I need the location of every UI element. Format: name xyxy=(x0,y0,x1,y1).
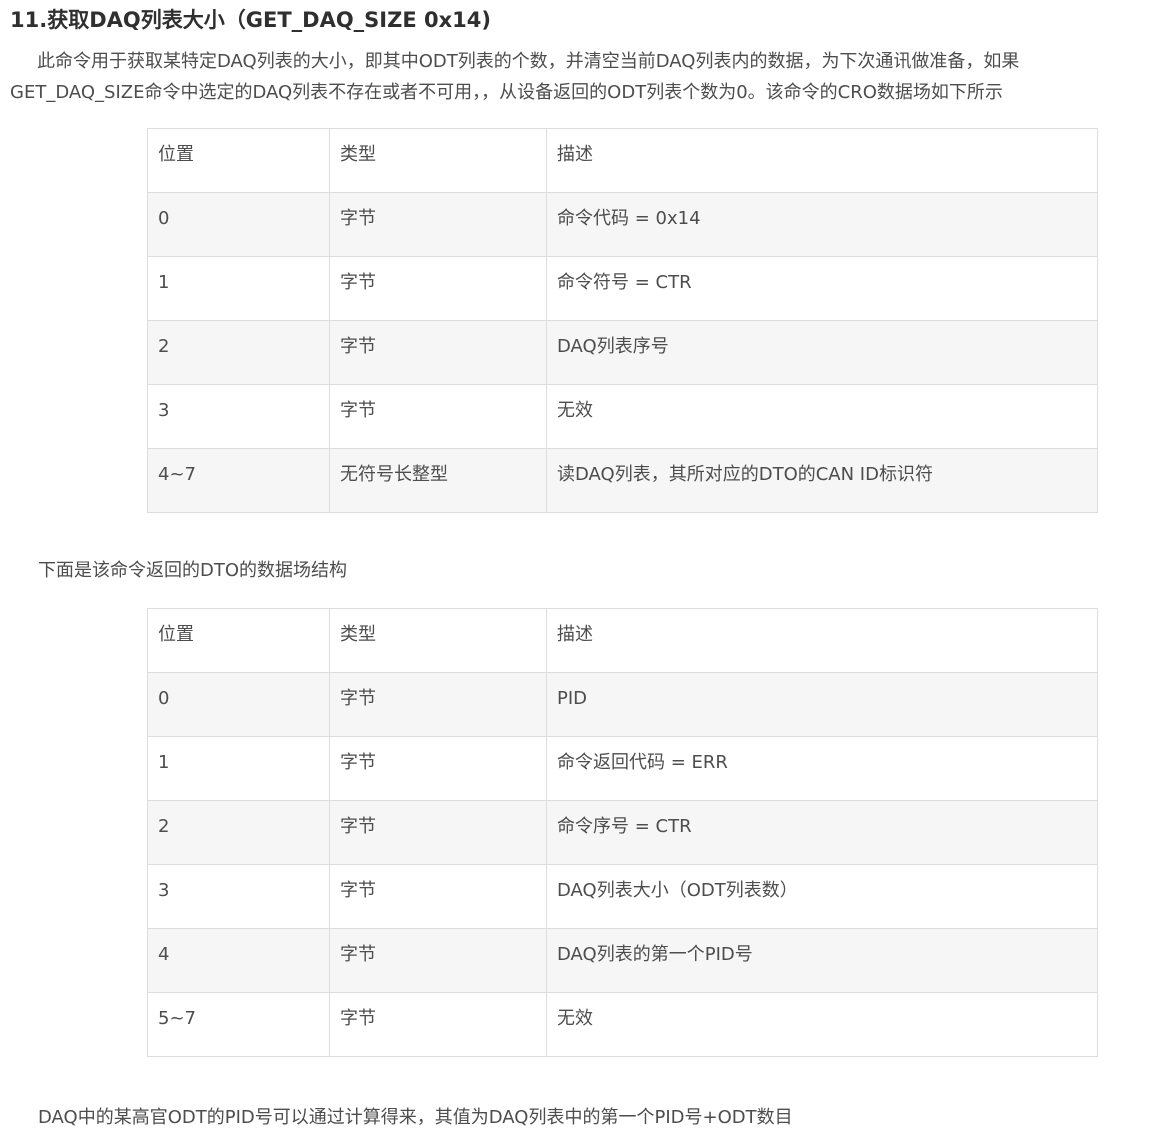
cell-position: 0 xyxy=(147,192,330,257)
cro-table: 位置 类型 描述 0 字节 命令代码 = 0x14 1 字节 命令符号 = CT… xyxy=(147,128,1098,513)
cell-description: DAQ列表序号 xyxy=(546,320,1098,385)
header-position: 位置 xyxy=(147,128,330,193)
table-header-row: 位置 类型 描述 xyxy=(147,128,1098,193)
header-position: 位置 xyxy=(147,608,330,673)
cell-description: 读DAQ列表，其所对应的DTO的CAN ID标识符 xyxy=(546,448,1098,513)
cell-position: 5~7 xyxy=(147,992,330,1057)
dto-heading: 下面是该命令返回的DTO的数据场结构 xyxy=(38,560,348,581)
table-row: 5~7 字节 无效 xyxy=(147,992,1098,1057)
header-type: 类型 xyxy=(329,608,547,673)
cell-position: 4 xyxy=(147,928,330,993)
table-row: 1 字节 命令符号 = CTR xyxy=(147,256,1098,321)
cell-position: 3 xyxy=(147,384,330,449)
footer-note: DAQ中的某高官ODT的PID号可以通过计算得来，其值为DAQ列表中的第一个PI… xyxy=(38,1107,793,1128)
cell-type: 字节 xyxy=(329,256,547,321)
cell-position: 0 xyxy=(147,672,330,737)
cell-description: DAQ列表大小（ODT列表数） xyxy=(546,864,1098,929)
header-description: 描述 xyxy=(546,608,1098,673)
cell-position: 1 xyxy=(147,256,330,321)
table-row: 3 字节 无效 xyxy=(147,384,1098,449)
cell-position: 2 xyxy=(147,320,330,385)
table-header-row: 位置 类型 描述 xyxy=(147,608,1098,673)
table-row: 2 字节 DAQ列表序号 xyxy=(147,320,1098,385)
table-row: 3 字节 DAQ列表大小（ODT列表数） xyxy=(147,864,1098,929)
cell-type: 字节 xyxy=(329,736,547,801)
cell-type: 字节 xyxy=(329,800,547,865)
cell-description: 命令符号 = CTR xyxy=(546,256,1098,321)
section-title: 11.获取DAQ列表大小（GET_DAQ_SIZE 0x14) xyxy=(10,8,491,32)
dto-table: 位置 类型 描述 0 字节 PID 1 字节 命令返回代码 = ERR 2 字节… xyxy=(147,608,1098,1057)
table-row: 0 字节 PID xyxy=(147,672,1098,737)
cell-description: 命令返回代码 = ERR xyxy=(546,736,1098,801)
intro-paragraph: 此命令用于获取某特定DAQ列表的大小，即其中ODT列表的个数，并清空当前DAQ列… xyxy=(10,46,1150,108)
cell-description: 命令代码 = 0x14 xyxy=(546,192,1098,257)
cell-position: 2 xyxy=(147,800,330,865)
cell-description: 无效 xyxy=(546,992,1098,1057)
header-description: 描述 xyxy=(546,128,1098,193)
cell-position: 1 xyxy=(147,736,330,801)
cell-type: 字节 xyxy=(329,192,547,257)
cell-type: 字节 xyxy=(329,384,547,449)
cell-position: 4~7 xyxy=(147,448,330,513)
table-row: 2 字节 命令序号 = CTR xyxy=(147,800,1098,865)
cell-description: DAQ列表的第一个PID号 xyxy=(546,928,1098,993)
table-row: 1 字节 命令返回代码 = ERR xyxy=(147,736,1098,801)
header-type: 类型 xyxy=(329,128,547,193)
cell-description: 命令序号 = CTR xyxy=(546,800,1098,865)
table-row: 4~7 无符号长整型 读DAQ列表，其所对应的DTO的CAN ID标识符 xyxy=(147,448,1098,513)
table-row: 0 字节 命令代码 = 0x14 xyxy=(147,192,1098,257)
cell-type: 字节 xyxy=(329,672,547,737)
intro-line-1: 此命令用于获取某特定DAQ列表的大小，即其中ODT列表的个数，并清空当前DAQ列… xyxy=(37,51,1020,72)
table-row: 4 字节 DAQ列表的第一个PID号 xyxy=(147,928,1098,993)
cell-description: 无效 xyxy=(546,384,1098,449)
cell-type: 字节 xyxy=(329,992,547,1057)
cell-type: 字节 xyxy=(329,320,547,385)
cell-type: 字节 xyxy=(329,864,547,929)
intro-line-2: GET_DAQ_SIZE命令中选定的DAQ列表不存在或者不可用，，从设备返回的O… xyxy=(10,82,1003,103)
cell-type: 字节 xyxy=(329,928,547,993)
cell-description: PID xyxy=(546,672,1098,737)
cell-position: 3 xyxy=(147,864,330,929)
cell-type: 无符号长整型 xyxy=(329,448,547,513)
